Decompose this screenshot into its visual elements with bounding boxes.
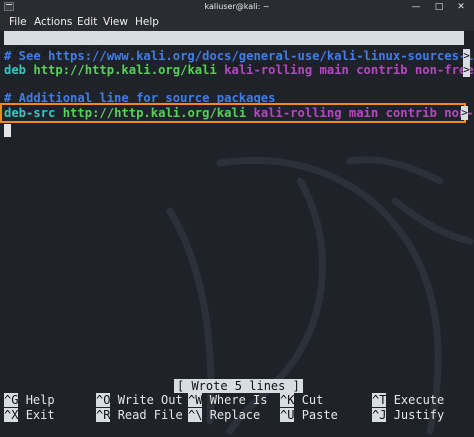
nano-header-bar: GNU nano 7.2 /etc/apt/sources.list: [4, 31, 464, 73]
shortcut-execute[interactable]: ^T Execute: [372, 393, 444, 407]
truncation-marker: >: [463, 63, 470, 77]
shortcut-write-out[interactable]: ^O Write Out: [96, 393, 183, 407]
truncation-marker: >: [461, 106, 468, 120]
shortcut-help[interactable]: ^G Help: [4, 393, 55, 407]
close-icon[interactable]: ✕: [455, 1, 467, 13]
menu-view[interactable]: View: [103, 16, 128, 28]
repo-url: http://http.kali.org/kali: [62, 106, 247, 120]
shortcut-exit[interactable]: ^X Exit: [4, 408, 55, 422]
editor-line-deb-src: deb-src http://http.kali.org/kali kali-r…: [4, 106, 474, 120]
shortcut-paste[interactable]: ^U Paste: [280, 408, 338, 422]
terminal-window: kaliuser@kali: ~ — □ ✕ File Actions Edit…: [0, 0, 474, 437]
title-bar[interactable]: kaliuser@kali: ~ — □ ✕: [0, 0, 474, 14]
shortcut-replace[interactable]: ^\ Replace: [188, 408, 260, 422]
truncation-marker: >: [463, 49, 470, 63]
menu-help[interactable]: Help: [135, 16, 159, 28]
terminal-content[interactable]: GNU nano 7.2 /etc/apt/sources.list # See…: [0, 31, 474, 437]
text-cursor: [4, 124, 11, 137]
keyword-deb-src: deb-src: [4, 106, 56, 120]
keyword-deb: deb: [4, 63, 27, 77]
minimize-icon[interactable]: —: [410, 1, 422, 13]
shortcut-read-file[interactable]: ^R Read File: [96, 408, 183, 422]
menu-edit[interactable]: Edit: [77, 16, 97, 28]
editor-line-deb: deb http://http.kali.org/kali kali-rolli…: [4, 63, 474, 77]
window-title: kaliuser@kali: ~: [204, 2, 270, 11]
repo-components: kali-rolling main contrib non-free: [253, 106, 474, 120]
maximize-icon[interactable]: □: [433, 1, 445, 13]
repo-components: kali-rolling main contrib non-free non-: [224, 63, 474, 77]
shortcut-where-is[interactable]: ^W Where Is: [188, 393, 267, 407]
shortcut-cut[interactable]: ^K Cut: [280, 393, 323, 407]
menu-actions[interactable]: Actions: [34, 16, 72, 28]
menu-bar: File Actions Edit View Help: [0, 14, 474, 31]
menu-file[interactable]: File: [9, 16, 27, 28]
status-message: [ Wrote 5 lines ]: [174, 379, 303, 393]
shortcut-justify[interactable]: ^J Justify: [372, 408, 444, 422]
editor-line-comment-see: # See https://www.kali.org/docs/general-…: [4, 49, 474, 63]
repo-url: http://http.kali.org/kali: [33, 63, 217, 77]
